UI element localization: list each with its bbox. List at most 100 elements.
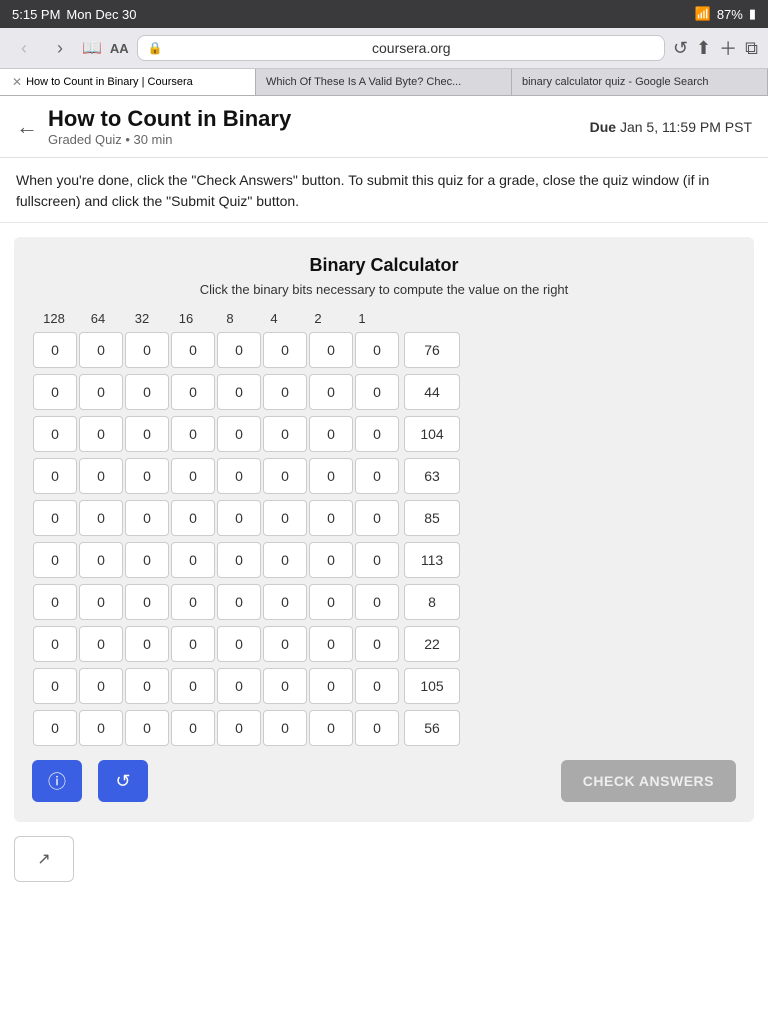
fullscreen-button[interactable]: ↗ bbox=[14, 836, 74, 882]
bit-cell-r0-b6[interactable]: 0 bbox=[309, 332, 353, 368]
bit-cell-r8-b1[interactable]: 0 bbox=[79, 668, 123, 704]
bit-cell-r4-b3[interactable]: 0 bbox=[171, 500, 215, 536]
bit-cell-r5-b0[interactable]: 0 bbox=[33, 542, 77, 578]
bit-cell-r0-b7[interactable]: 0 bbox=[355, 332, 399, 368]
tab-coursera[interactable]: ✕ How to Count in Binary | Coursera bbox=[0, 69, 256, 95]
bit-cell-r6-b5[interactable]: 0 bbox=[263, 584, 307, 620]
bit-cell-r8-b0[interactable]: 0 bbox=[33, 668, 77, 704]
bit-cell-r0-b5[interactable]: 0 bbox=[263, 332, 307, 368]
page-back-button[interactable]: ← bbox=[16, 114, 38, 140]
bit-cell-r4-b7[interactable]: 0 bbox=[355, 500, 399, 536]
reload-button[interactable]: ↺ bbox=[673, 38, 688, 59]
bit-cell-r2-b5[interactable]: 0 bbox=[263, 416, 307, 452]
bit-cell-r1-b6[interactable]: 0 bbox=[309, 374, 353, 410]
bit-cell-r5-b3[interactable]: 0 bbox=[171, 542, 215, 578]
forward-nav-button[interactable]: › bbox=[46, 34, 74, 62]
result-cell-r1: 44 bbox=[404, 374, 460, 410]
bit-cell-r7-b7[interactable]: 0 bbox=[355, 626, 399, 662]
reset-icon: ↺ bbox=[115, 771, 130, 792]
bit-cell-r9-b7[interactable]: 0 bbox=[355, 710, 399, 746]
bit-cell-r3-b7[interactable]: 0 bbox=[355, 458, 399, 494]
tab-close-icon[interactable]: ✕ bbox=[12, 75, 22, 89]
bit-cell-r7-b4[interactable]: 0 bbox=[217, 626, 261, 662]
bit-cell-r8-b3[interactable]: 0 bbox=[171, 668, 215, 704]
bit-cell-r6-b3[interactable]: 0 bbox=[171, 584, 215, 620]
bit-cell-r7-b2[interactable]: 0 bbox=[125, 626, 169, 662]
bit-cell-r5-b7[interactable]: 0 bbox=[355, 542, 399, 578]
new-tab-button[interactable]: ＋ bbox=[719, 35, 737, 61]
bit-cell-r8-b4[interactable]: 0 bbox=[217, 668, 261, 704]
bit-cell-r0-b4[interactable]: 0 bbox=[217, 332, 261, 368]
bit-cell-r2-b2[interactable]: 0 bbox=[125, 416, 169, 452]
bit-cell-r6-b7[interactable]: 0 bbox=[355, 584, 399, 620]
bit-cell-r2-b1[interactable]: 0 bbox=[79, 416, 123, 452]
bit-cell-r0-b2[interactable]: 0 bbox=[125, 332, 169, 368]
bit-cell-r2-b6[interactable]: 0 bbox=[309, 416, 353, 452]
tabs-button[interactable]: ⧉ bbox=[745, 38, 758, 59]
bit-cell-r2-b3[interactable]: 0 bbox=[171, 416, 215, 452]
share-button[interactable]: ⬆ bbox=[696, 38, 711, 59]
bit-cell-r7-b1[interactable]: 0 bbox=[79, 626, 123, 662]
bit-cell-r4-b4[interactable]: 0 bbox=[217, 500, 261, 536]
bit-cell-r9-b3[interactable]: 0 bbox=[171, 710, 215, 746]
bit-cell-r8-b7[interactable]: 0 bbox=[355, 668, 399, 704]
bit-cell-r3-b1[interactable]: 0 bbox=[79, 458, 123, 494]
bit-cell-r0-b3[interactable]: 0 bbox=[171, 332, 215, 368]
bit-cell-r9-b5[interactable]: 0 bbox=[263, 710, 307, 746]
bit-cell-r8-b2[interactable]: 0 bbox=[125, 668, 169, 704]
bit-cell-r7-b6[interactable]: 0 bbox=[309, 626, 353, 662]
back-nav-button[interactable]: ‹ bbox=[10, 34, 38, 62]
bit-cell-r4-b0[interactable]: 0 bbox=[33, 500, 77, 536]
bit-cell-r3-b2[interactable]: 0 bbox=[125, 458, 169, 494]
bit-cell-r9-b6[interactable]: 0 bbox=[309, 710, 353, 746]
bit-cell-r1-b1[interactable]: 0 bbox=[79, 374, 123, 410]
bit-cell-r0-b0[interactable]: 0 bbox=[33, 332, 77, 368]
bit-cell-r7-b5[interactable]: 0 bbox=[263, 626, 307, 662]
tab-binary-search[interactable]: binary calculator quiz - Google Search bbox=[512, 69, 768, 95]
tab-valid-byte[interactable]: Which Of These Is A Valid Byte? Chec... bbox=[256, 69, 512, 95]
bit-cell-r5-b5[interactable]: 0 bbox=[263, 542, 307, 578]
bit-cell-r9-b4[interactable]: 0 bbox=[217, 710, 261, 746]
bit-cell-r6-b1[interactable]: 0 bbox=[79, 584, 123, 620]
bit-cell-r6-b6[interactable]: 0 bbox=[309, 584, 353, 620]
bit-cell-r1-b3[interactable]: 0 bbox=[171, 374, 215, 410]
bit-cell-r2-b0[interactable]: 0 bbox=[33, 416, 77, 452]
bit-cell-r3-b5[interactable]: 0 bbox=[263, 458, 307, 494]
bit-cell-r2-b4[interactable]: 0 bbox=[217, 416, 261, 452]
address-bar[interactable]: 🔒 coursera.org bbox=[137, 35, 665, 61]
bit-cell-r3-b0[interactable]: 0 bbox=[33, 458, 77, 494]
bit-cell-r3-b3[interactable]: 0 bbox=[171, 458, 215, 494]
reader-mode-button[interactable]: 📖 bbox=[82, 38, 102, 58]
bit-cell-r1-b5[interactable]: 0 bbox=[263, 374, 307, 410]
bit-cell-r8-b5[interactable]: 0 bbox=[263, 668, 307, 704]
bit-cell-r2-b7[interactable]: 0 bbox=[355, 416, 399, 452]
bit-cell-r8-b6[interactable]: 0 bbox=[309, 668, 353, 704]
check-answers-button[interactable]: CHECK ANSWERS bbox=[561, 760, 736, 802]
bit-cell-r3-b4[interactable]: 0 bbox=[217, 458, 261, 494]
bit-cell-r1-b2[interactable]: 0 bbox=[125, 374, 169, 410]
bit-cell-r9-b2[interactable]: 0 bbox=[125, 710, 169, 746]
bit-cell-r5-b2[interactable]: 0 bbox=[125, 542, 169, 578]
bit-cell-r5-b1[interactable]: 0 bbox=[79, 542, 123, 578]
bit-cell-r1-b4[interactable]: 0 bbox=[217, 374, 261, 410]
bit-cell-r4-b1[interactable]: 0 bbox=[79, 500, 123, 536]
bit-cell-r9-b1[interactable]: 0 bbox=[79, 710, 123, 746]
bit-cell-r5-b6[interactable]: 0 bbox=[309, 542, 353, 578]
reset-button[interactable]: ↺ bbox=[98, 760, 148, 802]
bit-cell-r6-b0[interactable]: 0 bbox=[33, 584, 77, 620]
bit-cell-r5-b4[interactable]: 0 bbox=[217, 542, 261, 578]
bit-cell-r9-b0[interactable]: 0 bbox=[33, 710, 77, 746]
bit-cell-r0-b1[interactable]: 0 bbox=[79, 332, 123, 368]
bit-cell-r4-b2[interactable]: 0 bbox=[125, 500, 169, 536]
info-button[interactable]: ⓘ bbox=[32, 760, 82, 802]
bit-cell-r6-b2[interactable]: 0 bbox=[125, 584, 169, 620]
bit-cell-r1-b0[interactable]: 0 bbox=[33, 374, 77, 410]
bit-cell-r4-b5[interactable]: 0 bbox=[263, 500, 307, 536]
bit-cell-r1-b7[interactable]: 0 bbox=[355, 374, 399, 410]
bit-cell-r6-b4[interactable]: 0 bbox=[217, 584, 261, 620]
bit-cell-r7-b0[interactable]: 0 bbox=[33, 626, 77, 662]
bit-cell-r7-b3[interactable]: 0 bbox=[171, 626, 215, 662]
bit-cell-r3-b6[interactable]: 0 bbox=[309, 458, 353, 494]
font-size-button[interactable]: AA bbox=[110, 41, 129, 56]
bit-cell-r4-b6[interactable]: 0 bbox=[309, 500, 353, 536]
